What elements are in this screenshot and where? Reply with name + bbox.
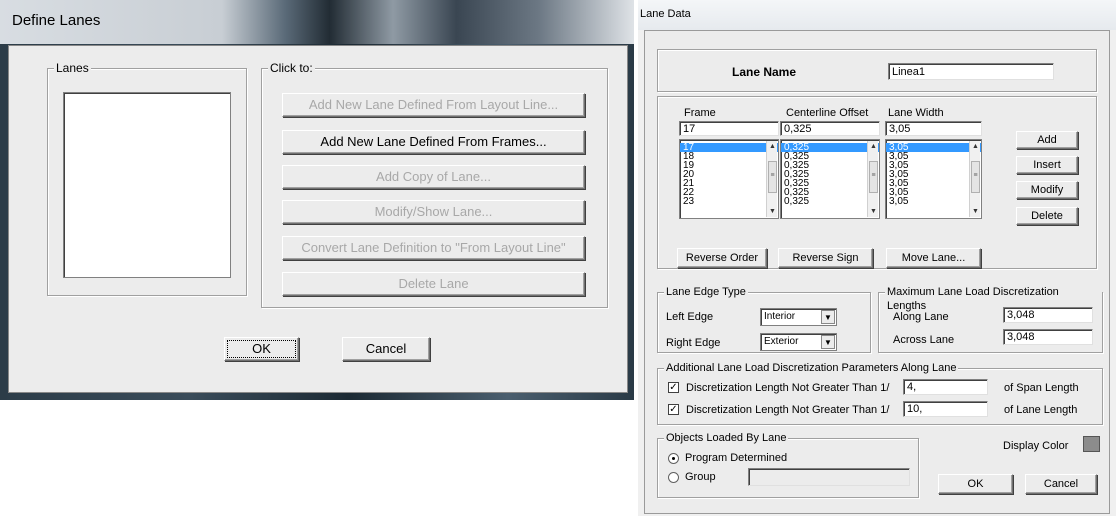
add-lane-from-layout-button[interactable]: Add New Lane Defined From Layout Line... — [282, 93, 585, 117]
insert-button[interactable]: Insert — [1016, 156, 1078, 174]
additional-parameters-group: Additional Lane Load Discretization Para… — [657, 361, 1103, 425]
width-column-header: Lane Width — [888, 107, 944, 119]
scroll-down-icon[interactable]: ▼ — [868, 206, 879, 217]
left-edge-select[interactable]: Interior ▼ — [760, 308, 837, 326]
define-lanes-window: Define Lanes Lanes Click to: Add New Lan… — [0, 0, 634, 400]
group-radio[interactable] — [668, 472, 679, 483]
width-list[interactable]: 3,05 3,05 3,05 3,05 3,05 3,05 3,05 ▲ ≡ ▼ — [885, 139, 982, 219]
additional-parameters-title: Additional Lane Load Discretization Para… — [664, 361, 959, 375]
offset-list-item[interactable]: 0,325 — [781, 197, 879, 207]
lane-data-titlebar[interactable] — [638, 0, 1116, 30]
cancel-button[interactable]: Cancel — [342, 337, 430, 361]
frame-list[interactable]: 17 18 19 20 21 22 23 ▲ ≡ ▼ — [679, 139, 779, 219]
frame-list-item[interactable]: 18 — [680, 152, 778, 162]
offset-column-header: Centerline Offset — [786, 107, 869, 119]
display-color-swatch[interactable] — [1083, 436, 1100, 452]
lane-data-cancel-button[interactable]: Cancel — [1025, 474, 1097, 494]
frame-list-item[interactable]: 23 — [680, 197, 778, 207]
scroll-down-icon[interactable]: ▼ — [767, 206, 778, 217]
width-list-item[interactable]: 3,05 — [886, 197, 981, 207]
frame-list-scrollbar[interactable]: ▲ ≡ ▼ — [766, 141, 777, 217]
display-color-label: Display Color — [1003, 440, 1069, 452]
along-lane-input[interactable] — [1003, 307, 1093, 323]
frame-input[interactable] — [679, 121, 779, 136]
click-to-group-title: Click to: — [268, 61, 315, 75]
scroll-down-icon[interactable]: ▼ — [970, 206, 981, 217]
define-lanes-title: Define Lanes — [12, 12, 101, 29]
group-select[interactable] — [748, 468, 910, 486]
right-edge-label: Right Edge — [666, 337, 721, 349]
convert-lane-button[interactable]: Convert Lane Definition to "From Layout … — [282, 236, 585, 260]
across-lane-input[interactable] — [1003, 329, 1093, 345]
width-list-scrollbar[interactable]: ▲ ≡ ▼ — [969, 141, 980, 217]
scroll-up-icon[interactable]: ▲ — [970, 141, 981, 152]
scroll-up-icon[interactable]: ▲ — [767, 141, 778, 152]
lane-edge-type-group: Lane Edge Type Left Edge Interior ▼ Righ… — [657, 285, 871, 353]
span-length-input[interactable] — [903, 379, 988, 395]
offset-list-scrollbar[interactable]: ▲ ≡ ▼ — [867, 141, 878, 217]
lane-length-suffix: of Lane Length — [1004, 404, 1078, 416]
modify-button[interactable]: Modify — [1016, 181, 1078, 199]
lane-edge-type-title: Lane Edge Type — [664, 285, 748, 299]
program-determined-label: Program Determined — [685, 452, 788, 464]
lane-data-title: Lane Data — [640, 8, 691, 20]
right-edge-select[interactable]: Exterior ▼ — [760, 333, 837, 351]
frame-column-header: Frame — [684, 107, 716, 119]
lanes-list[interactable] — [63, 92, 231, 278]
lane-name-label: Lane Name — [732, 65, 797, 79]
span-length-suffix: of Span Length — [1004, 382, 1079, 394]
span-length-label: Discretization Length Not Greater Than 1… — [686, 382, 890, 394]
objects-loaded-title: Objects Loaded By Lane — [664, 431, 789, 445]
ok-button[interactable]: OK — [224, 337, 299, 361]
reverse-sign-button[interactable]: Reverse Sign — [778, 248, 873, 268]
lane-length-input[interactable] — [903, 401, 988, 417]
frame-list-item[interactable]: 22 — [680, 188, 778, 198]
add-lane-from-frames-button[interactable]: Add New Lane Defined From Frames... — [282, 130, 585, 154]
along-lane-label: Along Lane — [893, 311, 949, 323]
frame-list-item[interactable]: 19 — [680, 161, 778, 171]
delete-button[interactable]: Delete — [1016, 207, 1078, 225]
left-edge-value: Interior — [764, 311, 796, 322]
lane-data-ok-button[interactable]: OK — [938, 474, 1013, 494]
width-input[interactable] — [885, 121, 982, 136]
offset-input[interactable] — [780, 121, 880, 136]
offset-list[interactable]: 0,325 0,325 0,325 0,325 0,325 0,325 0,32… — [780, 139, 880, 219]
delete-lane-button[interactable]: Delete Lane — [282, 272, 585, 296]
add-button[interactable]: Add — [1016, 131, 1078, 149]
scroll-thumb[interactable]: ≡ — [869, 161, 878, 193]
program-determined-radio[interactable] — [668, 453, 679, 464]
objects-loaded-group: Objects Loaded By Lane Program Determine… — [657, 431, 919, 498]
define-lanes-body: Lanes Click to: Add New Lane Defined Fro… — [8, 45, 628, 393]
group-label: Group — [685, 471, 716, 483]
chevron-down-icon[interactable]: ▼ — [821, 335, 835, 349]
lane-data-body: Lane Name Frame Centerline Offset Lane W… — [644, 30, 1110, 514]
click-to-group: Click to: Add New Lane Defined From Layo… — [261, 61, 608, 308]
chevron-down-icon[interactable]: ▼ — [821, 310, 835, 324]
right-edge-value: Exterior — [764, 336, 799, 347]
frame-list-item[interactable]: 21 — [680, 179, 778, 189]
lane-length-label: Discretization Length Not Greater Than 1… — [686, 404, 890, 416]
scroll-up-icon[interactable]: ▲ — [868, 141, 879, 152]
left-edge-label: Left Edge — [666, 311, 714, 323]
span-length-checkbox[interactable]: ✓ — [668, 382, 679, 393]
lanes-group: Lanes — [47, 61, 247, 296]
add-copy-of-lane-button[interactable]: Add Copy of Lane... — [282, 165, 585, 189]
frames-group: Frame Centerline Offset Lane Width 17 18… — [657, 96, 1097, 269]
lane-data-window: Lane Data Lane Name Frame Centerline Off… — [638, 0, 1116, 516]
lane-length-checkbox[interactable]: ✓ — [668, 404, 679, 415]
max-discretization-group: Maximum Lane Load Discretization Lengths… — [878, 285, 1103, 353]
frame-list-item[interactable]: 17 — [680, 143, 778, 153]
lanes-group-title: Lanes — [54, 61, 91, 75]
modify-show-lane-button[interactable]: Modify/Show Lane... — [282, 200, 585, 224]
scroll-thumb[interactable]: ≡ — [971, 161, 980, 193]
lane-name-group: Lane Name — [657, 49, 1097, 92]
scroll-thumb[interactable]: ≡ — [768, 161, 777, 193]
move-lane-button[interactable]: Move Lane... — [886, 248, 981, 268]
reverse-order-button[interactable]: Reverse Order — [677, 248, 767, 268]
lane-name-input[interactable] — [888, 63, 1054, 80]
across-lane-label: Across Lane — [893, 334, 955, 346]
frame-list-item[interactable]: 20 — [680, 170, 778, 180]
